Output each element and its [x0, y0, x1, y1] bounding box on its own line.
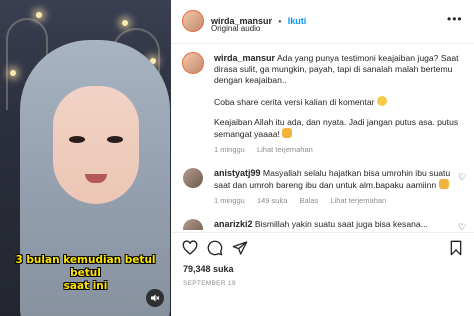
post-action-bar — [171, 232, 474, 263]
comments-scroll-area[interactable]: wirda_mansur Ada yang punya testimoni ke… — [171, 44, 474, 230]
comment-like-heart-icon[interactable]: ♡ — [458, 172, 466, 183]
mouth — [85, 174, 107, 183]
comment-icon[interactable] — [207, 240, 223, 260]
left-eye — [69, 136, 85, 143]
video-caption-line1: 3 bulan kemudian betul betul — [15, 254, 156, 279]
caption-text-3: Keajaiban Allah itu ada, dan nyata. Jadi… — [214, 116, 459, 140]
video-caption-line2: saat ini — [63, 280, 108, 292]
post-details-panel: wirda_mansur • Ikuti Original audio ••• … — [171, 0, 474, 316]
comment-item: anistyatj99 Masyallah selalu hajatkan bi… — [214, 168, 454, 207]
caption-paragraph-3: Keajaiban Allah itu ada, dan nyata. Jadi… — [214, 117, 466, 140]
person-face — [53, 86, 139, 204]
mute-button[interactable] — [146, 289, 164, 307]
separator-dot: • — [278, 17, 282, 26]
praying-hands-emoji-icon — [438, 179, 449, 190]
caption-meta: 1 minggu Lihat terjemahan — [214, 144, 466, 155]
comment-see-translation[interactable]: Lihat terjemahan — [330, 196, 386, 205]
post-header: wirda_mansur • Ikuti Original audio ••• — [171, 0, 474, 44]
comment-likes[interactable]: 149 suka — [257, 196, 287, 205]
comment-username[interactable]: anistyatj99 — [214, 168, 261, 178]
caption-text-2: Coba share cerita versi kalian di koment… — [214, 96, 375, 107]
caption-see-translation[interactable]: Lihat terjemahan — [257, 145, 313, 154]
post-caption: wirda_mansur Ada yang punya testimoni ke… — [214, 53, 466, 155]
background-light — [122, 20, 128, 26]
more-dots-icon[interactable]: ••• — [447, 12, 463, 26]
background-light — [10, 70, 16, 76]
send-icon-shape — [232, 241, 248, 255]
commenter-avatar[interactable] — [183, 168, 203, 188]
comment-like-heart-icon[interactable]: ♡ — [458, 222, 466, 230]
caption-paragraph-1: wirda_mansur Ada yang punya testimoni ke… — [214, 53, 466, 87]
heart-icon-shape — [182, 240, 198, 255]
caption-username[interactable]: wirda_mansur — [214, 53, 275, 63]
background-light — [36, 12, 42, 18]
post-author-avatar[interactable] — [182, 52, 204, 74]
follow-button[interactable]: Ikuti — [288, 16, 307, 26]
flexed-biceps-emoji-icon — [282, 128, 293, 139]
comment-item: anarizki2 Bismillah yakin suatu saat jug… — [214, 219, 454, 230]
comment-reply-button[interactable]: Balas — [300, 196, 319, 205]
bookmark-icon[interactable] — [449, 240, 463, 260]
likes-count[interactable]: 79,348 suka — [183, 264, 234, 274]
bookmark-icon-shape — [450, 240, 462, 256]
comment-time: 1 minggu — [214, 196, 245, 206]
smile-emoji-icon — [376, 95, 387, 106]
video-caption: 3 bulan kemudian betul betul saat ini — [0, 254, 171, 293]
comment-meta: 1 minggu 149 suka Balas Lihat terjemahan — [214, 195, 454, 206]
post-video[interactable]: 3 bulan kemudian betul betul saat ini — [0, 0, 171, 316]
audio-subtitle[interactable]: Original audio — [211, 24, 260, 33]
heart-icon[interactable] — [182, 240, 198, 260]
post-date: SEPTEMBER 19 — [183, 280, 236, 287]
comment-username[interactable]: anarizki2 — [214, 219, 253, 229]
speaker-muted-icon — [151, 294, 160, 302]
instagram-post-window: 3 bulan kemudian betul betul saat ini wi… — [0, 0, 474, 316]
send-icon[interactable] — [232, 240, 248, 260]
caption-time: 1 minggu — [214, 145, 245, 155]
right-eye — [107, 136, 123, 143]
caption-paragraph-2: Coba share cerita versi kalian di koment… — [214, 95, 466, 108]
author-avatar[interactable] — [182, 10, 204, 32]
comment-icon-shape — [207, 240, 223, 256]
commenter-avatar[interactable] — [183, 219, 203, 230]
